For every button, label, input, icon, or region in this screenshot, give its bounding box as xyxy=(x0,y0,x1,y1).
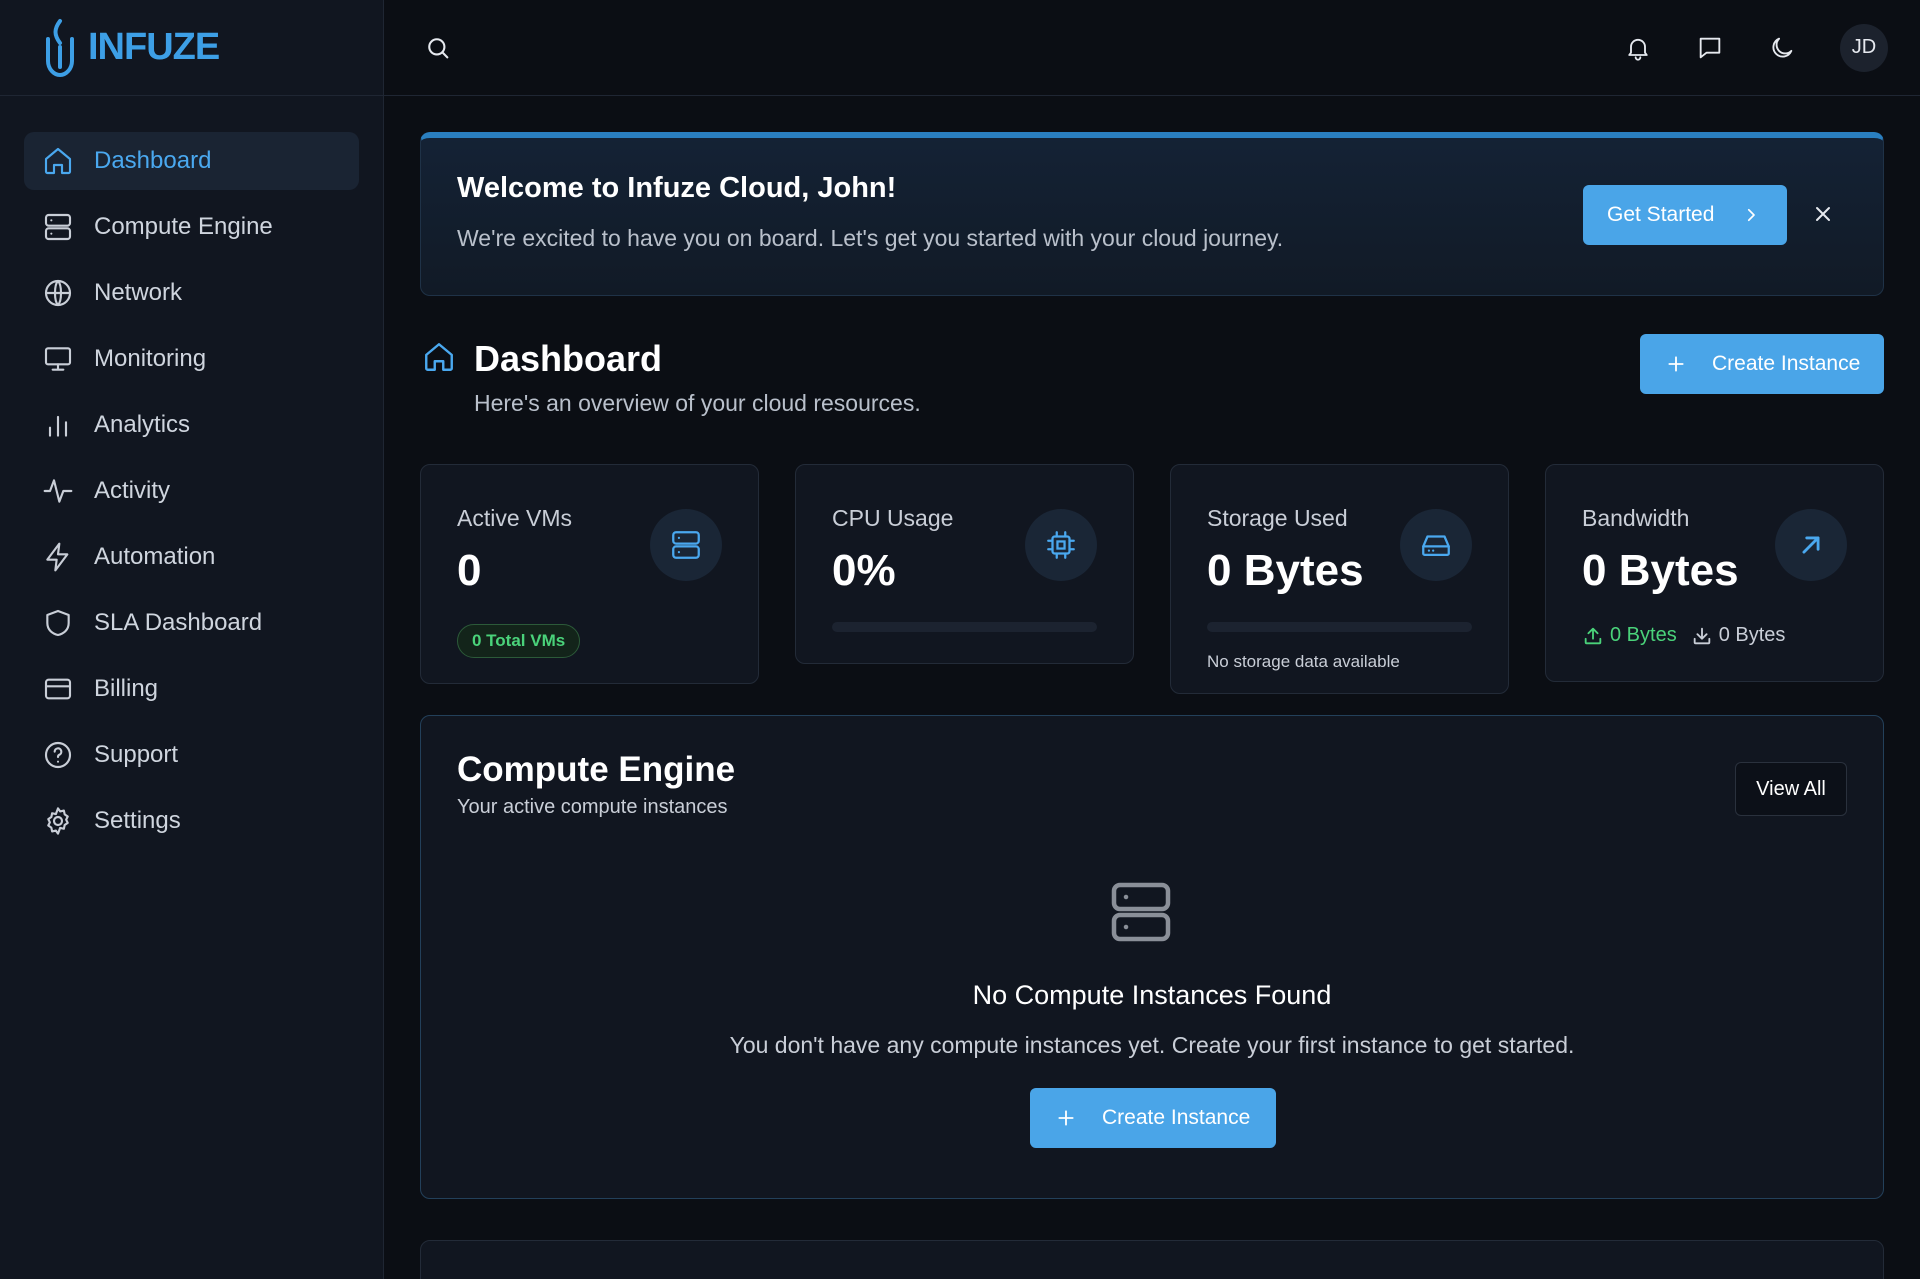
view-all-button[interactable]: View All xyxy=(1735,762,1847,816)
active-vms-icon-badge xyxy=(650,509,722,581)
sidebar-item-dashboard[interactable]: Dashboard xyxy=(24,132,359,190)
sidebar-item-settings[interactable]: Settings xyxy=(24,792,359,850)
page-subtitle: Here's an overview of your cloud resourc… xyxy=(474,390,921,416)
download-icon xyxy=(1693,627,1710,644)
sidebar-nav: Dashboard Compute Engine Network Monitor… xyxy=(0,96,383,850)
bandwidth-icon-badge xyxy=(1775,509,1847,581)
cpu-usage-card: CPU Usage 0% xyxy=(795,464,1134,664)
sidebar-item-network[interactable]: Network xyxy=(24,264,359,322)
sidebar-item-support[interactable]: Support xyxy=(24,726,359,784)
upload-icon xyxy=(1584,627,1602,644)
cpu-chip-icon xyxy=(1047,531,1075,559)
empty-state-message: You don't have any compute instances yet… xyxy=(729,1032,1575,1058)
arrow-up-right-icon xyxy=(1802,536,1820,554)
sidebar-item-label: SLA Dashboard xyxy=(94,609,263,636)
close-icon[interactable] xyxy=(1811,202,1835,226)
sidebar-item-label: Analytics xyxy=(94,411,191,438)
sidebar-item-sla-dashboard[interactable]: SLA Dashboard xyxy=(24,594,359,652)
brand-logo[interactable]: INFUZE xyxy=(0,0,383,96)
server-icon xyxy=(44,213,72,241)
bandwidth-card: Bandwidth 0 Bytes 0 Bytes 0 Bytes xyxy=(1545,464,1884,682)
help-circle-icon xyxy=(44,741,72,769)
globe-icon xyxy=(44,279,72,307)
sidebar: INFUZE Dashboard Compute Engine Network … xyxy=(0,0,384,1279)
storage-note: No storage data available xyxy=(1207,652,1400,671)
shield-icon xyxy=(46,609,70,637)
moon-icon[interactable] xyxy=(1768,34,1796,62)
sidebar-item-monitoring[interactable]: Monitoring xyxy=(24,330,359,388)
cpu-icon-badge xyxy=(1025,509,1097,581)
sidebar-item-label: Dashboard xyxy=(94,147,212,174)
total-vms-badge: 0 Total VMs xyxy=(457,624,581,658)
brand-name: INFUZE xyxy=(88,26,220,68)
home-icon xyxy=(44,147,72,175)
page-title: Dashboard xyxy=(474,338,663,379)
sidebar-item-billing[interactable]: Billing xyxy=(24,660,359,718)
compute-subtitle: Your active compute instances xyxy=(457,796,728,818)
bell-icon[interactable] xyxy=(1624,34,1652,62)
credit-card-icon xyxy=(44,678,72,700)
message-icon[interactable] xyxy=(1696,34,1724,62)
compute-engine-panel: Compute Engine Your active compute insta… xyxy=(420,715,1884,1199)
sidebar-item-analytics[interactable]: Analytics xyxy=(24,396,359,454)
get-started-label: Get Started xyxy=(1607,203,1715,226)
sidebar-item-label: Activity xyxy=(94,477,171,504)
search-icon[interactable] xyxy=(424,34,452,62)
create-first-instance-button[interactable]: Create Instance xyxy=(1030,1088,1276,1148)
create-instance-button[interactable]: Create Instance xyxy=(1640,334,1884,394)
server-icon xyxy=(672,531,700,559)
create-instance-label: Create Instance xyxy=(1102,1106,1251,1129)
upload-value: 0 Bytes xyxy=(1610,624,1677,646)
chevron-right-icon xyxy=(1748,208,1756,222)
stats-cards: Active VMs 0 0 Total VMs CPU Usage 0% St… xyxy=(420,464,1884,694)
plus-icon xyxy=(1668,356,1684,372)
sidebar-item-label: Monitoring xyxy=(94,345,207,372)
avatar[interactable]: JD xyxy=(1840,23,1888,72)
get-started-button[interactable]: Get Started xyxy=(1583,185,1787,245)
sidebar-item-label: Support xyxy=(94,741,179,768)
dashboard-header: Dashboard Here's an overview of your clo… xyxy=(420,334,1884,464)
active-vms-card: Active VMs 0 0 Total VMs xyxy=(420,464,759,684)
plus-icon xyxy=(1058,1110,1074,1126)
download-stat: 0 Bytes xyxy=(1691,624,1786,647)
hard-drive-icon xyxy=(1422,535,1450,557)
topbar: JD xyxy=(384,0,1920,96)
topbar-actions: JD xyxy=(1624,23,1888,72)
server-icon xyxy=(1111,882,1171,942)
empty-state-title: No Compute Instances Found xyxy=(972,980,1332,1010)
storage-used-card: Storage Used 0 Bytes No storage data ava… xyxy=(1170,464,1509,694)
infuze-logo-icon xyxy=(46,18,74,77)
download-value: 0 Bytes xyxy=(1718,624,1786,646)
upload-stat: 0 Bytes xyxy=(1582,624,1677,647)
sidebar-item-label: Settings xyxy=(94,807,181,834)
next-panel xyxy=(420,1240,1884,1279)
sidebar-item-automation[interactable]: Automation xyxy=(24,528,359,586)
bandwidth-breakdown: 0 Bytes 0 Bytes xyxy=(1582,624,1847,647)
cpu-progress-bar xyxy=(832,622,1097,632)
compute-title: Compute Engine xyxy=(457,750,736,789)
sidebar-item-label: Automation xyxy=(94,543,216,570)
bar-chart-icon xyxy=(48,415,68,437)
sidebar-item-label: Billing xyxy=(94,675,159,702)
sidebar-item-activity[interactable]: Activity xyxy=(24,462,359,520)
main-content: Welcome to Infuze Cloud, John! We're exc… xyxy=(420,132,1884,1279)
welcome-banner: Welcome to Infuze Cloud, John! We're exc… xyxy=(420,132,1884,296)
home-icon xyxy=(425,343,453,371)
sidebar-item-label: Compute Engine xyxy=(94,213,273,240)
storage-icon-badge xyxy=(1400,509,1472,581)
gear-icon xyxy=(47,807,69,835)
storage-progress-bar xyxy=(1207,622,1472,632)
sidebar-item-label: Network xyxy=(94,279,183,306)
monitor-icon xyxy=(44,347,72,371)
sidebar-item-compute-engine[interactable]: Compute Engine xyxy=(24,198,359,256)
lightning-icon xyxy=(46,542,69,572)
activity-icon xyxy=(43,479,73,503)
create-instance-label: Create Instance xyxy=(1712,352,1861,375)
